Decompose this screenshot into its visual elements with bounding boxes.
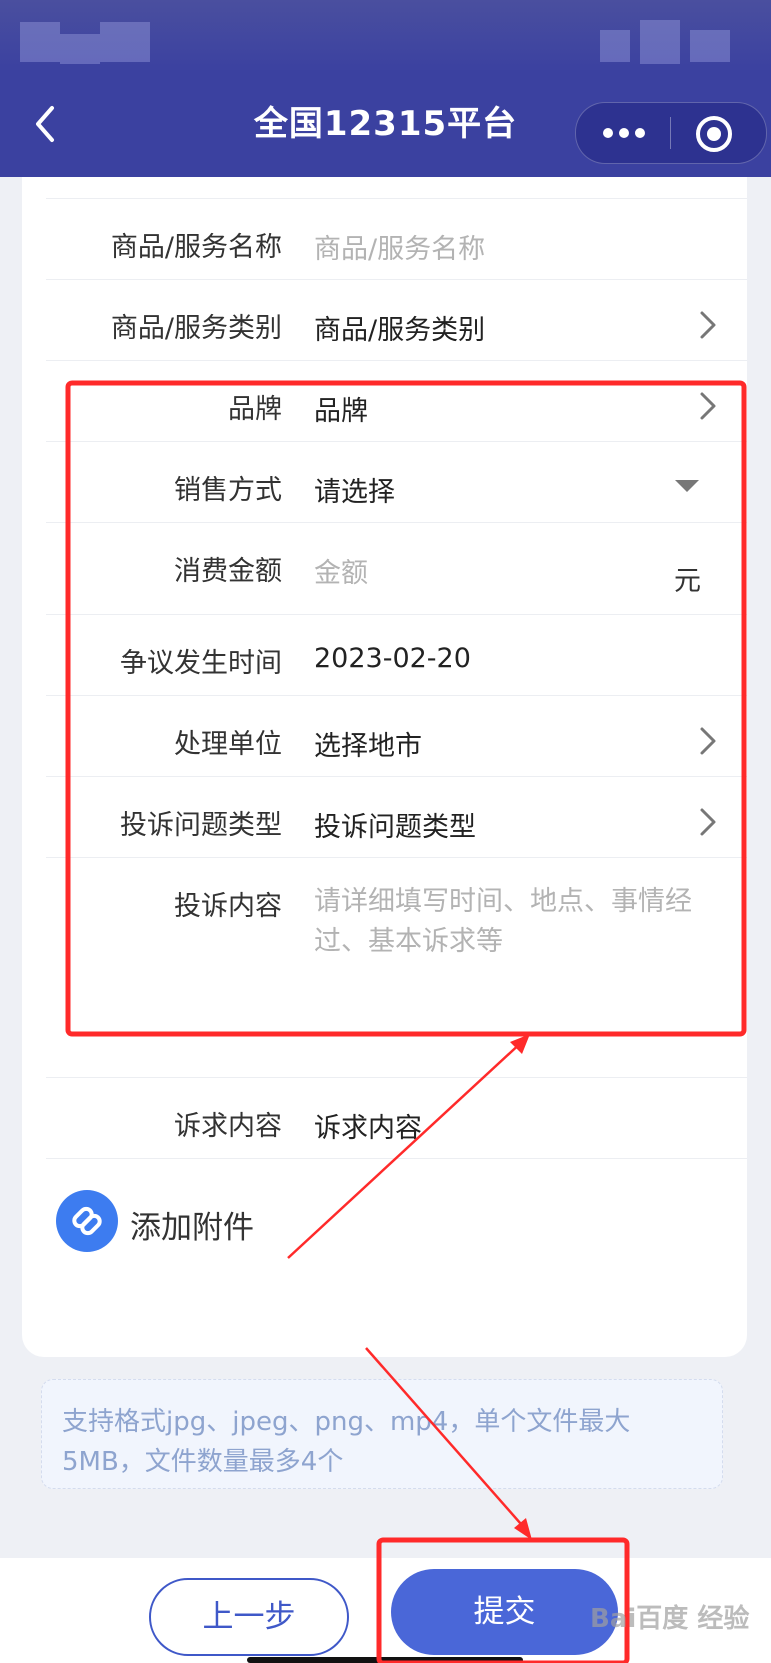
form-row-complaint-content: 投诉内容 请详细填写时间、地点、事情经过、基本诉求等 <box>46 857 747 1078</box>
form-label: 销售方式 <box>174 475 282 506</box>
form-label: 处理单位 <box>174 729 282 760</box>
form-label: 消费金额 <box>174 556 282 587</box>
form-label: 诉求内容 <box>174 1111 282 1142</box>
home-indicator <box>247 1657 523 1663</box>
appeal-content-input[interactable]: 诉求内容 <box>314 1106 422 1145</box>
handling-unit-value: 选择地市 <box>314 731 422 762</box>
form-row-complaint-type[interactable]: 投诉问题类型 投诉问题类型 <box>46 776 747 863</box>
product-category-value: 商品/服务类别 <box>314 315 486 346</box>
divider <box>46 1158 747 1159</box>
submit-button[interactable]: 提交 <box>391 1569 618 1655</box>
blurred-status-block <box>600 30 630 62</box>
form-label: 投诉问题类型 <box>120 810 282 841</box>
form-row-amount: 消费金额 金额 元 <box>46 522 747 615</box>
chevron-right-icon <box>699 807 717 837</box>
blurred-status-block <box>640 20 680 64</box>
form-row-product-category[interactable]: 商品/服务类别 商品/服务类别 <box>46 279 747 366</box>
form-label: 投诉内容 <box>174 891 282 922</box>
blurred-status-block <box>100 22 150 62</box>
form-label: 争议发生时间 <box>120 648 282 679</box>
form-label: 商品/服务类别 <box>110 313 282 344</box>
form-label: 品牌 <box>228 394 282 425</box>
nav-bar: 全国12315平台 <box>0 72 771 177</box>
arrow-head-to-submit <box>514 1518 532 1540</box>
form-row-product-name: 商品/服务名称 商品/服务名称 <box>46 198 747 285</box>
form-row-sales-method[interactable]: 销售方式 请选择 <box>46 441 747 528</box>
currency-unit: 元 <box>674 566 701 597</box>
more-dots-icon[interactable] <box>598 119 650 147</box>
form-row-dispute-date[interactable]: 争议发生时间 2023-02-20 <box>46 614 747 701</box>
form-row-brand[interactable]: 品牌 品牌 <box>46 360 747 447</box>
chevron-right-icon <box>699 391 717 421</box>
complaint-content-textarea[interactable]: 请详细填写时间、地点、事情经过、基本诉求等 <box>314 882 724 962</box>
form-row-handling-unit[interactable]: 处理单位 选择地市 <box>46 695 747 782</box>
watermark-text: Bai百度 经验 <box>590 1604 750 1634</box>
dispute-date-value[interactable]: 2023-02-20 <box>314 643 471 674</box>
chevron-right-icon <box>699 310 717 340</box>
chevron-right-icon <box>699 726 717 756</box>
blurred-status-block <box>20 22 60 62</box>
previous-step-button[interactable]: 上一步 <box>149 1578 349 1656</box>
status-bar <box>0 0 771 72</box>
target-icon[interactable] <box>694 114 734 154</box>
dropdown-caret-icon <box>675 480 699 492</box>
brand-value: 品牌 <box>314 396 368 427</box>
attachment-format-notice: 支持格式jpg、jpeg、png、mp4，单个文件最大5MB，文件数量最多4个 <box>41 1379 723 1489</box>
mini-program-capsule <box>575 102 767 164</box>
sales-method-select[interactable]: 请选择 <box>314 470 395 509</box>
amount-input[interactable]: 金额 <box>314 551 368 590</box>
capsule-divider <box>670 117 671 149</box>
product-name-input[interactable]: 商品/服务名称 <box>314 227 485 266</box>
add-attachment-label: 添加附件 <box>130 1210 254 1246</box>
form-row-appeal-content: 诉求内容 诉求内容 <box>46 1077 747 1164</box>
form-label: 商品/服务名称 <box>110 232 282 263</box>
complaint-form-card: 商品/服务名称 商品/服务名称 商品/服务类别 商品/服务类别 品牌 品牌 销售… <box>22 177 747 1357</box>
complaint-type-value: 投诉问题类型 <box>314 812 476 843</box>
blurred-status-block <box>690 30 730 62</box>
link-icon <box>56 1190 118 1252</box>
blurred-status-block <box>60 34 100 64</box>
